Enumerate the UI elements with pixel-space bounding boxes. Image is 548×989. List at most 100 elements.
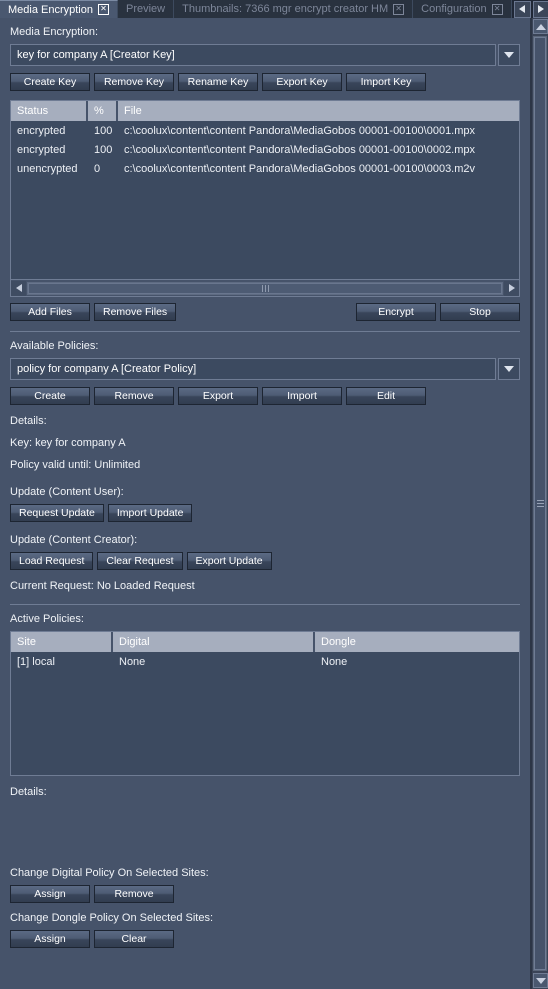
tab-thumbnails[interactable]: Thumbnails: 7366 mgr encrypt creator HM … [174,0,414,18]
create-key-button[interactable]: Create Key [10,73,90,91]
media-encryption-label: Media Encryption: [10,26,99,38]
cell-file: c:\coolux\content\content Pandora\MediaG… [124,162,476,175]
active-policies-details-area [10,807,520,867]
request-update-button[interactable]: Request Update [10,504,104,522]
cell-status: unencrypted [17,162,78,175]
scroll-track[interactable] [533,36,547,971]
column-header-site[interactable]: Site [11,632,113,652]
clear-dongle-button[interactable]: Clear [94,930,174,948]
key-combo[interactable]: key for company A [Creator Key] [10,44,520,66]
scroll-thumb[interactable] [28,282,502,294]
export-update-button[interactable]: Export Update [186,552,272,570]
cell-dongle: None [321,655,348,668]
edit-policy-button[interactable]: Edit [346,387,426,405]
arrow-left-icon [15,284,22,292]
cell-file: c:\coolux\content\content Pandora\MediaG… [124,124,476,137]
encrypt-button[interactable]: Encrypt [356,303,436,321]
chevron-left-icon [519,5,526,13]
cell-percent: 0 [94,162,101,175]
column-header-dongle[interactable]: Dongle [315,632,519,652]
available-policies-label: Available Policies: [10,340,99,352]
file-list-horizontal-scrollbar[interactable] [10,280,520,297]
tab-configuration[interactable]: Configuration ✕ [413,0,512,18]
import-update-button[interactable]: Import Update [107,504,193,522]
close-icon[interactable]: ✕ [393,3,405,15]
remove-digital-button[interactable]: Remove [94,885,174,903]
file-list[interactable]: Status % File encrypted 100 c:\coolux\co… [10,100,520,280]
key-combo-dropdown-button[interactable] [498,44,520,66]
current-request-status: Current Request: No Loaded Request [10,580,195,592]
change-dongle-policy-buttons: Assign Clear [10,930,520,948]
key-combo-value[interactable]: key for company A [Creator Key] [10,44,496,66]
chevron-down-icon [504,52,514,58]
table-row[interactable]: unencrypted 0 c:\coolux\content\content … [11,159,519,178]
change-digital-policy-label: Change Digital Policy On Selected Sites: [10,867,209,879]
cell-status: encrypted [17,124,66,137]
stop-button[interactable]: Stop [440,303,520,321]
close-icon[interactable]: ✕ [98,4,109,15]
change-dongle-policy-label: Change Dongle Policy On Selected Sites: [10,912,214,924]
update-content-user-buttons: Request Update Import Update [10,504,520,522]
arrow-up-icon [535,23,546,30]
tab-label: Thumbnails: 7366 mgr encrypt creator HM [182,3,389,15]
scroll-down-button[interactable] [533,973,548,988]
clear-request-button[interactable]: Clear Request [97,552,183,570]
scroll-up-button[interactable] [533,19,548,34]
export-policy-button[interactable]: Export [178,387,258,405]
policy-button-row: Create Remove Export Import Edit [10,387,520,405]
policy-details-label: Details: [10,415,47,427]
export-key-button[interactable]: Export Key [262,73,342,91]
chevron-down-icon [504,366,514,372]
tab-scroll-right-button[interactable] [532,0,548,18]
rename-key-button[interactable]: Rename Key [178,73,258,91]
table-row[interactable]: encrypted 100 c:\coolux\content\content … [11,121,519,140]
assign-dongle-button[interactable]: Assign [10,930,90,948]
active-policies-header: Site Digital Dongle [11,632,519,652]
tab-media-encryption[interactable]: Media Encryption ✕ [0,0,118,18]
column-header-file[interactable]: File [118,101,519,121]
tab-preview[interactable]: Preview [118,0,175,18]
policy-combo-dropdown-button[interactable] [498,358,520,380]
policy-detail-key: Key: key for company A [10,437,126,449]
assign-digital-button[interactable]: Assign [10,885,90,903]
active-policies-table[interactable]: Site Digital Dongle [1] local None None [10,631,520,776]
close-icon[interactable]: ✕ [491,3,503,15]
policy-combo-value[interactable]: policy for company A [Creator Policy] [10,358,496,380]
remove-key-button[interactable]: Remove Key [94,73,174,91]
load-request-button[interactable]: Load Request [10,552,94,570]
scroll-right-button[interactable] [504,280,519,296]
divider [10,604,520,605]
import-key-button[interactable]: Import Key [346,73,426,91]
tab-label: Preview [126,3,166,15]
table-row[interactable]: encrypted 100 c:\coolux\content\content … [11,140,519,159]
column-header-percent[interactable]: % [88,101,118,121]
column-header-status[interactable]: Status [11,101,88,121]
tab-scroll-left-button[interactable] [513,0,531,18]
scroll-thumb[interactable] [534,37,546,970]
arrow-down-icon [535,977,546,984]
update-content-creator-label: Update (Content Creator): [10,534,138,546]
key-button-row: Create Key Remove Key Rename Key Export … [10,73,520,91]
scroll-left-button[interactable] [11,280,26,296]
cell-file: c:\coolux\content\content Pandora\MediaG… [124,143,476,156]
add-files-button[interactable]: Add Files [10,303,90,321]
remove-files-button[interactable]: Remove Files [94,303,177,321]
create-policy-button[interactable]: Create [10,387,90,405]
file-list-body: encrypted 100 c:\coolux\content\content … [11,121,519,178]
media-encryption-window: Media Encryption ✕ Preview Thumbnails: 7… [0,0,548,989]
import-policy-button[interactable]: Import [262,387,342,405]
policy-combo[interactable]: policy for company A [Creator Policy] [10,358,520,380]
file-action-row: Add Files Remove Files Encrypt Stop [10,303,520,321]
column-header-digital[interactable]: Digital [113,632,315,652]
page-vertical-scrollbar[interactable] [531,18,548,989]
update-content-creator-buttons: Load Request Clear Request Export Update [10,552,520,570]
main-panel: Media Encryption: key for company A [Cre… [0,18,531,989]
arrow-right-icon [508,284,515,292]
table-row[interactable]: [1] local None None [11,652,519,671]
tab-label: Media Encryption [8,3,93,16]
remove-policy-button[interactable]: Remove [94,387,174,405]
cell-digital: None [119,655,146,668]
scroll-track[interactable] [27,281,503,295]
chevron-right-icon [538,5,545,13]
